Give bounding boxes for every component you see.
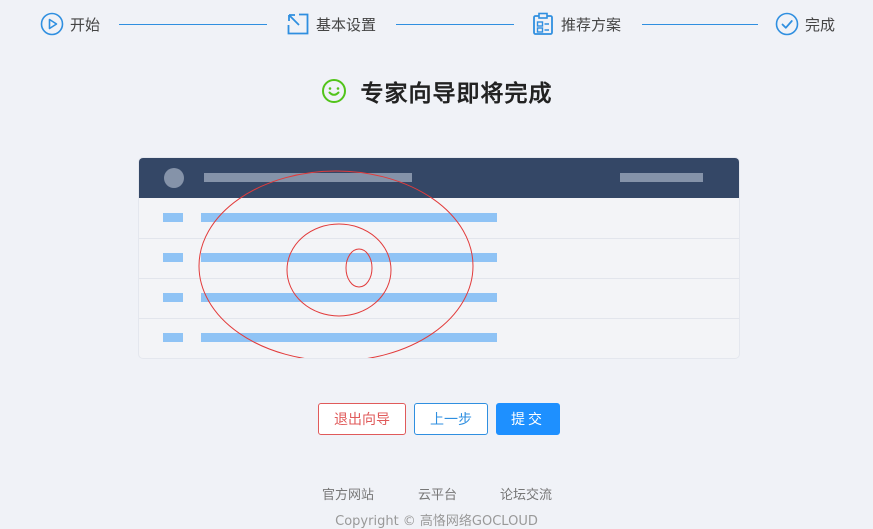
red-ellipse-annotation	[198, 170, 474, 358]
previous-step-button[interactable]: 上一步	[414, 403, 488, 435]
completion-illustration	[139, 158, 739, 358]
footer-links: 官方网站 云平台 论坛交流	[0, 484, 873, 504]
step-connector	[119, 24, 267, 25]
exit-wizard-button[interactable]: 退出向导	[318, 403, 406, 435]
step-label: 推荐方案	[561, 15, 622, 34]
step-start[interactable]: 开始	[40, 12, 100, 36]
footer-link-forum[interactable]: 论坛交流	[500, 484, 552, 503]
step-connector	[642, 24, 758, 25]
step-label: 基本设置	[316, 15, 377, 34]
page-title: 专家向导即将完成	[360, 81, 553, 107]
submit-button[interactable]: 提交	[496, 403, 560, 435]
step-basic-settings[interactable]: 基本设置	[286, 12, 376, 36]
step-finish[interactable]: 完成	[775, 12, 835, 36]
step-recommended-plan[interactable]: 推荐方案	[531, 12, 621, 36]
footer-link-official-site[interactable]: 官方网站	[322, 484, 374, 503]
step-label: 开始	[70, 15, 101, 34]
step-label: 完成	[805, 15, 836, 34]
page-heading: 专家向导即将完成	[0, 74, 873, 108]
smile-icon	[321, 79, 346, 103]
wizard-stepper: 开始 基本设置 推荐方案 完成	[0, 0, 873, 48]
step-connector	[396, 24, 514, 25]
cursor-box-icon	[287, 13, 309, 35]
footer-link-cloud-platform[interactable]: 云平台	[418, 484, 457, 503]
check-circle-icon	[775, 12, 799, 36]
play-circle-icon	[40, 12, 64, 36]
clipboard-icon	[533, 12, 553, 35]
